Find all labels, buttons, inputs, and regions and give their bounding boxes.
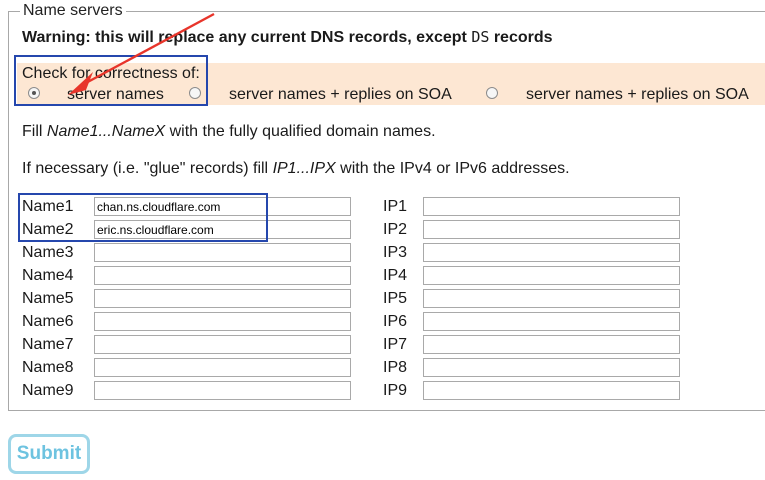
radio-server-names[interactable]	[28, 87, 40, 99]
warning-main: Warning: this will replace any current D…	[22, 29, 472, 46]
name-label: Name9	[22, 382, 74, 399]
glue-italic: IP1...IPX	[272, 160, 336, 177]
name-label: Name8	[22, 359, 74, 376]
name-input[interactable]	[94, 197, 351, 216]
ip-input[interactable]	[423, 335, 680, 354]
name-input[interactable]	[94, 358, 351, 377]
radio-label-server-names: server names	[67, 86, 164, 103]
name-input[interactable]	[94, 289, 351, 308]
name-label: Name4	[22, 267, 74, 284]
name-input[interactable]	[94, 381, 351, 400]
name-label: Name2	[22, 221, 74, 238]
radio-label-server-names-soa-2: server names + replies on SOA	[526, 86, 749, 103]
ip-label: IP4	[383, 267, 408, 284]
ip-label: IP9	[383, 382, 408, 399]
ip-label: IP5	[383, 290, 408, 307]
ip-label: IP6	[383, 313, 408, 330]
ip-input[interactable]	[423, 312, 680, 331]
ip-input[interactable]	[423, 220, 680, 239]
radio-server-names-soa-2[interactable]	[486, 87, 498, 99]
ip-label: IP8	[383, 359, 408, 376]
ip-input[interactable]	[423, 358, 680, 377]
ip-label: IP3	[383, 244, 408, 261]
ip-label: IP7	[383, 336, 408, 353]
ip-label: IP2	[383, 221, 408, 238]
ip-input[interactable]	[423, 381, 680, 400]
ip-input[interactable]	[423, 266, 680, 285]
fieldset-legend: Name servers	[20, 2, 126, 20]
ip-input[interactable]	[423, 289, 680, 308]
warning-text: Warning: this will replace any current D…	[22, 27, 553, 48]
name-input[interactable]	[94, 312, 351, 331]
radio-label-server-names-soa: server names + replies on SOA	[229, 86, 452, 103]
name-label: Name3	[22, 244, 74, 261]
fill-prefix: Fill	[22, 123, 47, 140]
fill-suffix: with the fully qualified domain names.	[165, 123, 436, 140]
check-label: Check for correctness of:	[22, 65, 200, 82]
fill-italic: Name1...NameX	[46, 123, 166, 140]
radio-server-names-soa[interactable]	[189, 87, 201, 99]
submit-button[interactable]: Submit	[8, 434, 90, 474]
ip-input[interactable]	[423, 197, 680, 216]
warning-tail: records	[489, 29, 553, 46]
name-input[interactable]	[94, 220, 351, 239]
name-input[interactable]	[94, 243, 351, 262]
name-label: Name5	[22, 290, 74, 307]
fill-instruction: Fill Name1...NameX with the fully qualif…	[22, 123, 436, 141]
name-label: Name1	[22, 198, 74, 215]
glue-instruction: If necessary (i.e. "glue" records) fill …	[22, 160, 570, 178]
name-label: Name6	[22, 313, 74, 330]
glue-suffix: with the IPv4 or IPv6 addresses.	[335, 160, 570, 177]
warning-code: DS	[471, 28, 490, 46]
ip-input[interactable]	[423, 243, 680, 262]
glue-prefix: If necessary (i.e. "glue" records) fill	[22, 160, 273, 177]
name-input[interactable]	[94, 266, 351, 285]
name-input[interactable]	[94, 335, 351, 354]
name-label: Name7	[22, 336, 74, 353]
ip-label: IP1	[383, 198, 408, 215]
